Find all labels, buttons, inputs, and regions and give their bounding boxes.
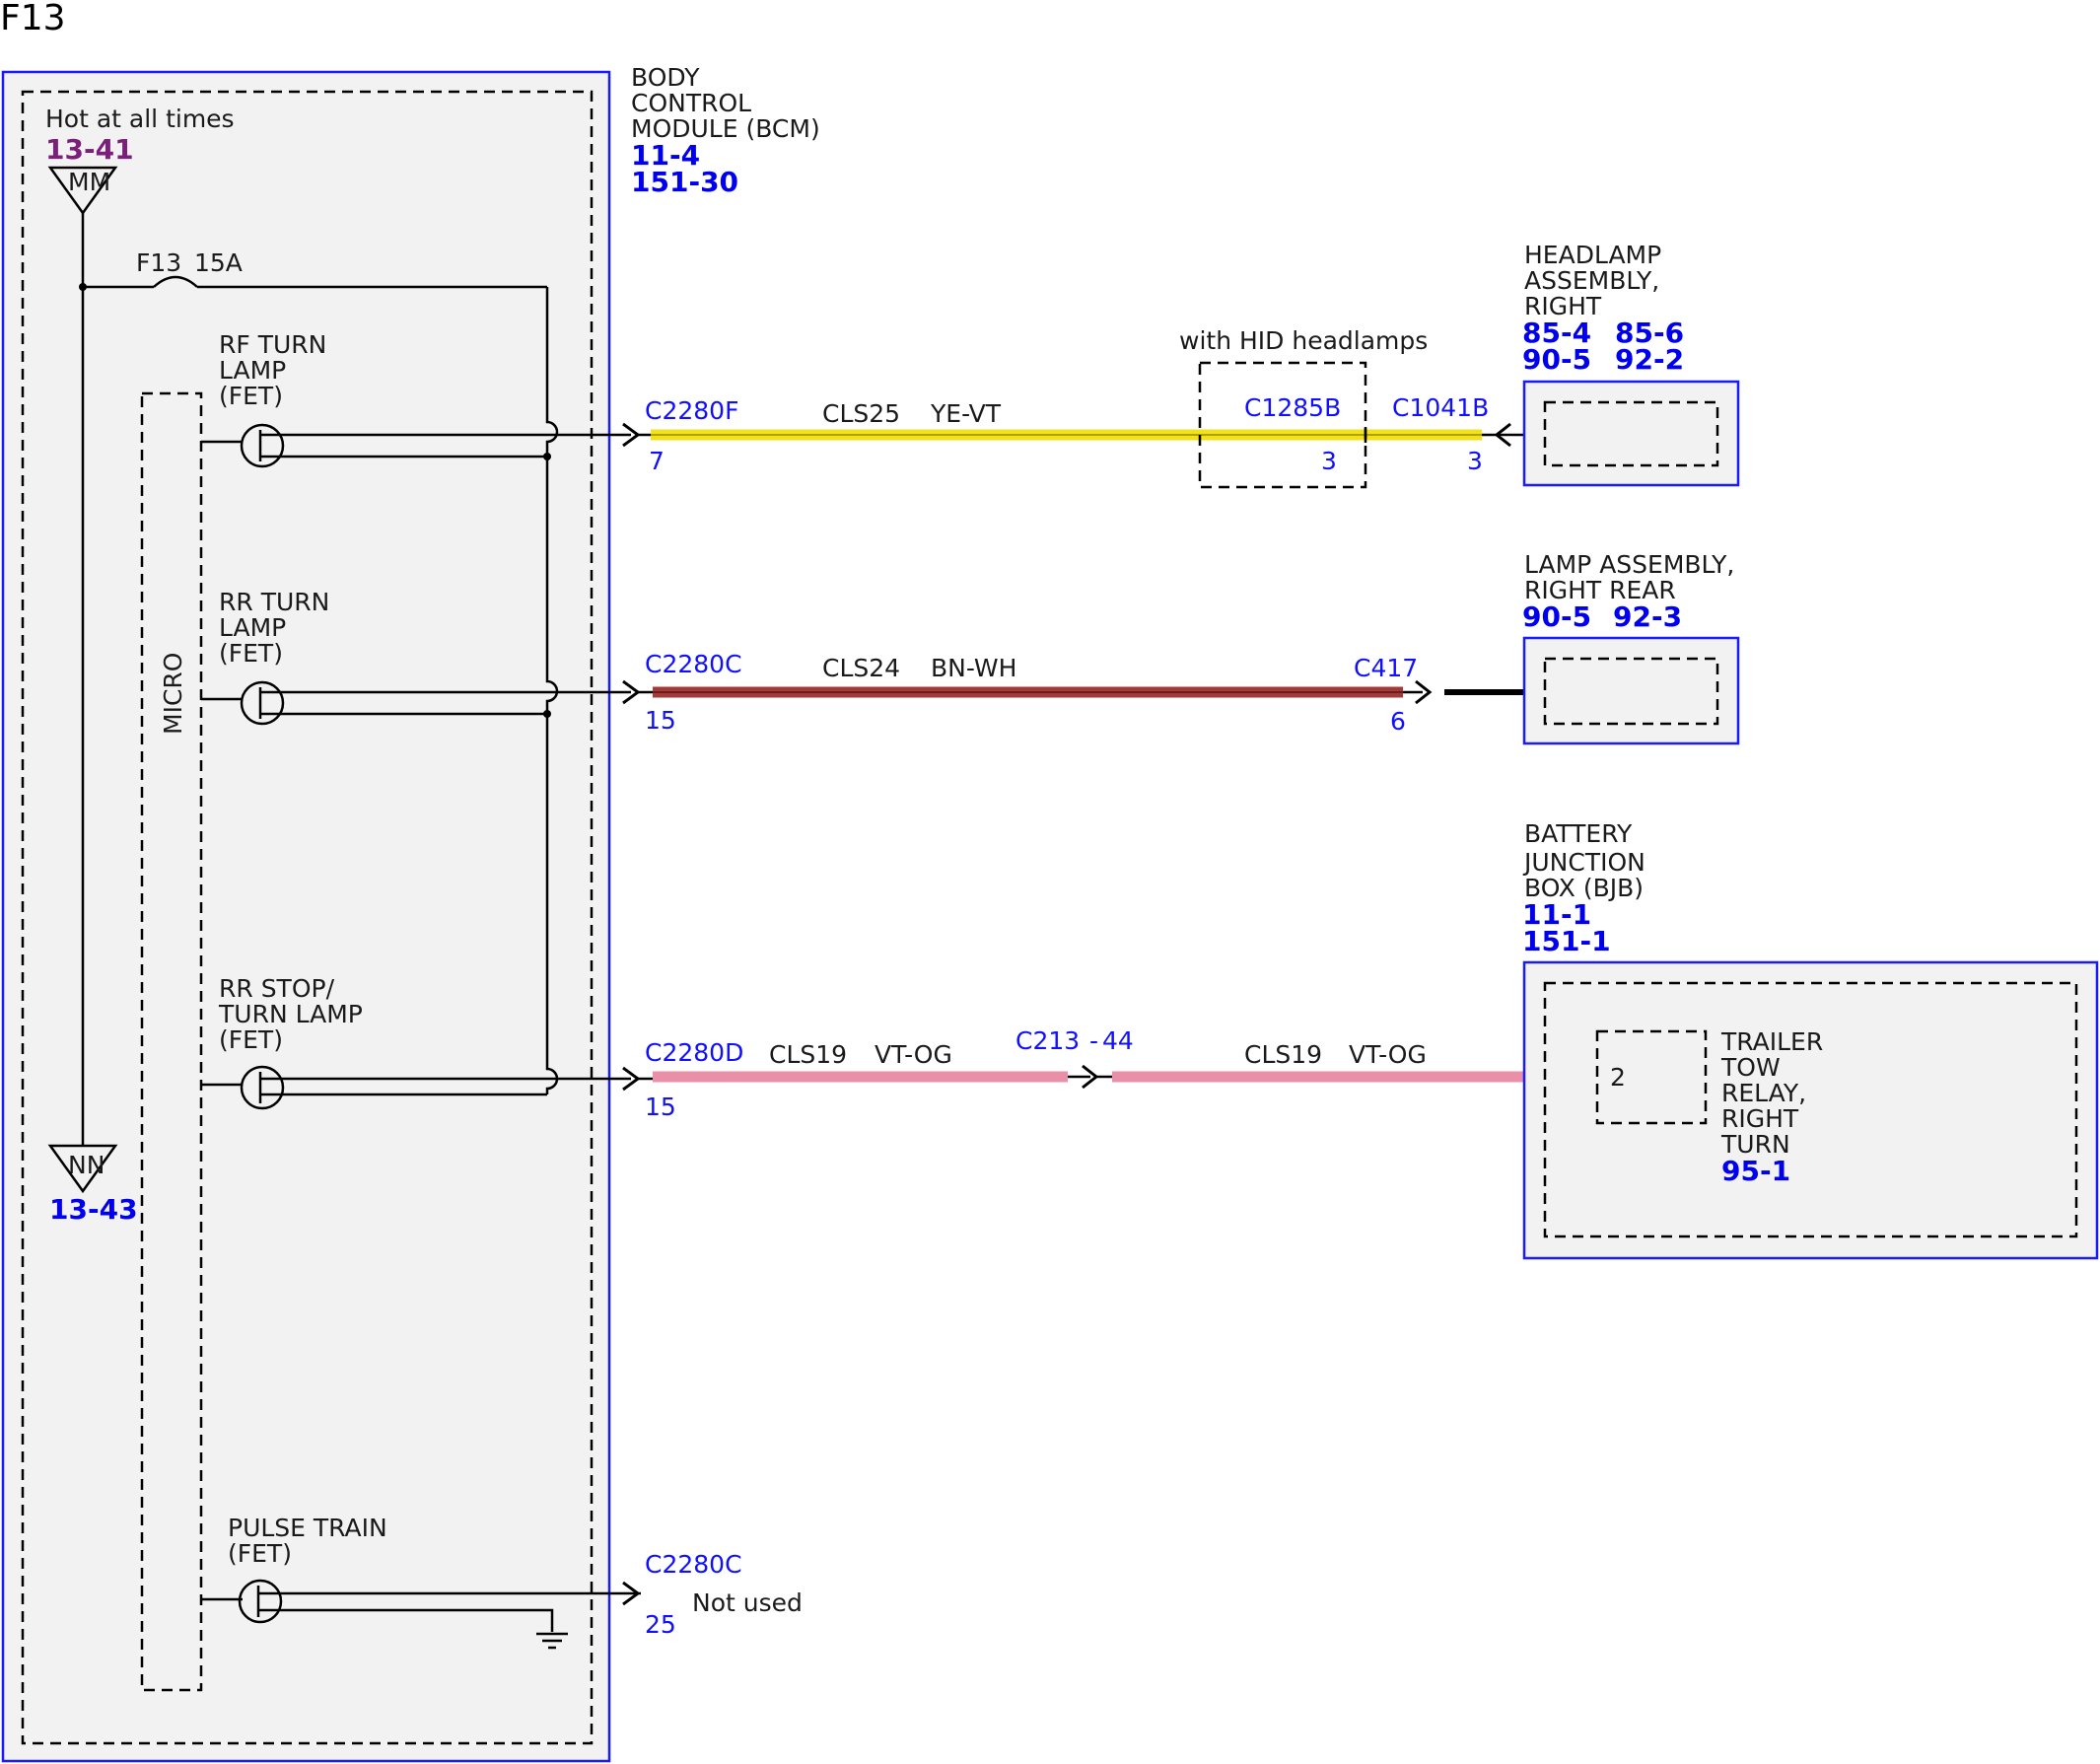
stop-mid-connector[interactable]: C213 [1015, 1026, 1080, 1055]
circuit-rr: C2280C 15 CLS24 BN-WH C417 6 [547, 650, 1545, 736]
bjb-relay-1: TRAILER [1720, 1027, 1823, 1056]
rf-circuit: CLS25 [822, 399, 900, 428]
bjb-relay-pin: 2 [1610, 1063, 1626, 1092]
pulse-note: Not used [692, 1588, 803, 1617]
rear-lamp-ref-2[interactable]: 92-3 [1613, 600, 1682, 633]
headlamp-name-1: HEADLAMP [1524, 241, 1661, 269]
circuit-rf: C2280F 7 CLS25 YE-VT with HID headlamps … [547, 326, 1545, 489]
pulse-pin: 25 [645, 1610, 676, 1639]
rf-color-code: YE-VT [930, 399, 1002, 428]
rr-pin: 15 [645, 706, 676, 735]
rr-color-code: BN-WH [931, 654, 1016, 682]
fet-rr-label-2: LAMP [219, 613, 286, 642]
rear-lamp-assembly: LAMP ASSEMBLY, RIGHT REAR 90-5 92-3 [1522, 550, 1740, 745]
pulse-connector[interactable]: C2280C [645, 1550, 742, 1579]
rr-end-connector[interactable]: C417 [1354, 654, 1418, 682]
rear-lamp-name-1: LAMP ASSEMBLY, [1524, 550, 1734, 579]
stop-color-code-2: VT-OG [1349, 1040, 1427, 1069]
stop-mid-sep: - [1089, 1026, 1098, 1055]
bottom-ref[interactable]: 13-43 [49, 1193, 138, 1226]
rr-connector[interactable]: C2280C [645, 650, 742, 678]
fuse-label: F13 [136, 248, 181, 277]
stop-circuit-2: CLS19 [1244, 1040, 1322, 1069]
bjb-name-2: JUNCTION [1522, 848, 1645, 877]
bjb-relay-ref[interactable]: 95-1 [1721, 1155, 1790, 1187]
fet-stop-label-3: (FET) [219, 1025, 283, 1054]
stop-circuit: CLS19 [769, 1040, 847, 1069]
headlamp-ref-4[interactable]: 92-2 [1615, 343, 1684, 376]
rr-circuit: CLS24 [822, 654, 900, 682]
headlamp-ref-3[interactable]: 90-5 [1522, 343, 1591, 376]
rf-end-pin: 3 [1467, 447, 1483, 475]
fet-rr-label-3: (FET) [219, 639, 283, 668]
bjb-relay-2: TOW [1720, 1053, 1781, 1082]
fet-stop-label-1: RR STOP/ [219, 974, 335, 1003]
fet-rf-label-1: RF TURN [219, 330, 326, 359]
rf-connector[interactable]: C2280F [645, 396, 738, 425]
top-node-label: MM [68, 168, 110, 196]
headlamp-name-2: ASSEMBLY, [1524, 266, 1659, 295]
hot-label: Hot at all times [45, 105, 235, 133]
fet-pulse-label-2: (FET) [228, 1539, 292, 1568]
fet-pulse-label-1: PULSE TRAIN [228, 1514, 387, 1542]
bottom-node-label: NN [68, 1151, 105, 1179]
bcm-name-2: CONTROL [631, 89, 751, 117]
rf-pin: 7 [649, 447, 665, 475]
bjb-name-1: BATTERY [1524, 819, 1633, 848]
rf-end-connector[interactable]: C1041B [1392, 393, 1489, 422]
wiring-diagram: F13 BODY CONTROL MODULE (BCM) 11-4 151-3… [0, 0, 2099, 1763]
fet-stop-label-2: TURN LAMP [218, 1000, 363, 1028]
stop-color-code: VT-OG [875, 1040, 952, 1069]
bjb-ref-2[interactable]: 151-1 [1522, 925, 1611, 957]
stop-connector[interactable]: C2280D [645, 1038, 743, 1067]
micro-label: MICRO [159, 653, 187, 735]
rf-inline-connector[interactable]: C1285B [1244, 393, 1341, 422]
page-title: F13 [0, 0, 66, 38]
bjb-relay-3: RELAY, [1721, 1079, 1806, 1107]
bcm-name-1: BODY [631, 63, 700, 92]
rf-inline-pin: 3 [1321, 447, 1337, 475]
circuit-pulse: C2280C 25 Not used [622, 1550, 803, 1639]
fuse-rating: 15A [194, 248, 243, 277]
battery-junction-box: BATTERY JUNCTION BOX (BJB) 11-1 151-1 2 … [1522, 819, 2099, 1260]
rf-inline-box-label: with HID headlamps [1179, 326, 1428, 355]
bcm-module: BODY CONTROL MODULE (BCM) 11-4 151-30 [1, 63, 820, 1763]
fet-rr-label-1: RR TURN [219, 588, 329, 616]
rr-end-pin: 6 [1390, 707, 1406, 736]
stop-pin: 15 [645, 1093, 676, 1121]
fet-rf-label-3: (FET) [219, 382, 283, 410]
circuit-stop: C2280D 15 CLS19 VT-OG C213 - 44 CLS19 VT… [547, 1026, 1597, 1121]
rear-lamp-ref-1[interactable]: 90-5 [1522, 600, 1591, 633]
bjb-relay-4: RIGHT [1721, 1104, 1799, 1133]
stop-mid-pin: 44 [1102, 1026, 1134, 1055]
headlamp-assembly: HEADLAMP ASSEMBLY, RIGHT 85-4 85-6 90-5 … [1522, 241, 1740, 487]
bcm-ref-2[interactable]: 151-30 [631, 166, 738, 198]
hot-ref[interactable]: 13-41 [45, 133, 134, 166]
fet-rf-label-2: LAMP [219, 356, 286, 385]
